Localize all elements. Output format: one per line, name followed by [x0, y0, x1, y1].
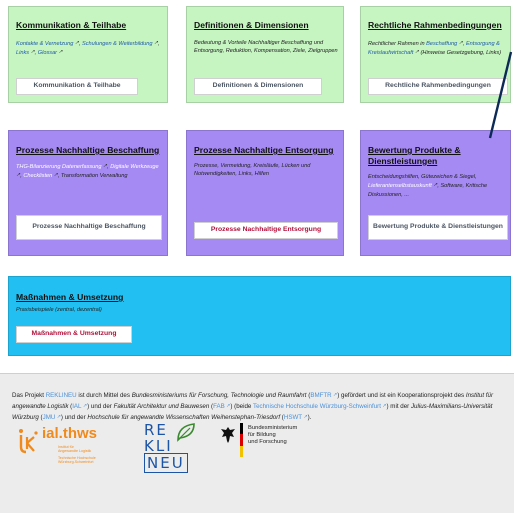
desc-link[interactable]: Digitale Werkzeuge	[110, 164, 158, 170]
footer-text-run: ) und der	[87, 403, 114, 411]
footer-link[interactable]: BMFTR	[310, 392, 331, 399]
german-flag-bar	[240, 423, 243, 457]
footer-text-run: ).	[307, 414, 312, 422]
bmbf-line1: Bundesministerium	[248, 425, 298, 431]
footer: Das Projekt REKLINEU ist durch Mittel de…	[0, 373, 514, 513]
card-prozesse-entsorgung: Prozesse Nachhaltige Entsorgung Prozesse…	[186, 130, 344, 256]
footer-text-run: ist durch Mittel des	[76, 392, 132, 399]
external-link-icon: ↗	[57, 49, 63, 56]
arrow-annotation	[488, 51, 513, 139]
prozesse-beschaffung-button[interactable]: Prozesse Nachhaltige Beschaffung	[16, 215, 162, 240]
desc-text: Bedeutung & Vorteile Nachhaltiger Bescha…	[194, 40, 338, 55]
footer-link[interactable]: HSWT	[284, 414, 302, 421]
desc-link[interactable]: Beschaffung	[426, 41, 457, 47]
desc-text: ,	[158, 41, 160, 47]
ial-thws-logo[interactable]: ial.thws Institut für Angewandte Logisti…	[18, 423, 138, 467]
card-title[interactable]: Definitionen & Dimensionen	[194, 20, 340, 31]
ial-logo-line2: Angewandte Logistik	[58, 449, 92, 453]
footer-link[interactable]: FAB	[213, 403, 225, 410]
card-title[interactable]: Rechtliche Rahmenbedingungen	[368, 20, 508, 31]
desc-text: Entscheidungshilfen, Gütezeichen & Siege…	[368, 174, 477, 180]
footer-link[interactable]: REKLINEU	[46, 392, 77, 399]
bewertung-button[interactable]: Bewertung Produkte & Dienstleistungen	[368, 215, 508, 240]
card-title[interactable]: Prozesse Nachhaltige Beschaffung	[16, 145, 162, 156]
card-desc: Entscheidungshilfen, Gütezeichen & Siege…	[368, 173, 508, 199]
card-title[interactable]: Kommunikation & Teilhabe	[16, 20, 162, 31]
prozesse-entsorgung-button[interactable]: Prozesse Nachhaltige Entsorgung	[194, 222, 338, 239]
ial-logo-icon	[19, 429, 38, 454]
footer-italic-text: Bundesministeriums für Forschung, Techno…	[131, 392, 307, 399]
bmbf-line2: für Bildung	[248, 432, 276, 438]
desc-link[interactable]: Lieferantenselbstauskunft	[368, 183, 432, 189]
card-prozesse-beschaffung: Prozesse Nachhaltige Beschaffung THG-Bil…	[8, 130, 168, 256]
massnahmen-button[interactable]: Maßnahmen & Umsetzung	[16, 326, 132, 343]
desc-text: Prozesse, Vermeidung, Kreisläufe, Lücken…	[194, 163, 311, 178]
desc-text: Praxisbeispiele (zentral, dezentral)	[16, 307, 102, 313]
footer-text-run: Das Projekt	[12, 392, 46, 399]
desc-link[interactable]: Links	[16, 50, 29, 56]
desc-link[interactable]: Kontakte & Vernetzung	[16, 41, 73, 47]
reklineu-logo[interactable]: RE KLI NEU	[142, 420, 206, 473]
bmbf-line3: und Forschung	[248, 439, 287, 445]
card-desc: Praxisbeispiele (zentral, dezentral)	[16, 306, 496, 314]
card-title[interactable]: Maßnahmen & Umsetzung	[16, 292, 496, 303]
card-definitionen: Definitionen & Dimensionen Bedeutung & V…	[186, 6, 344, 103]
federal-eagle-icon	[221, 427, 235, 443]
footer-link[interactable]: Technische Hochschule Würzburg-Schweinfu…	[253, 403, 381, 410]
card-desc: Bedeutung & Vorteile Nachhaltiger Bescha…	[194, 39, 340, 56]
footer-link[interactable]: IAL	[72, 403, 81, 410]
reklineu-leaf-icon	[177, 423, 195, 442]
footer-italic-text: Fakultät Architektur und Bauwesen	[113, 403, 210, 411]
footer-link[interactable]: JMU	[43, 414, 56, 421]
desc-link[interactable]: Glossar	[38, 50, 57, 56]
kommunikation-button[interactable]: Kommunikation & Teilhabe	[16, 78, 138, 95]
card-desc: Kontakte & Vernetzung ↗, Schulungen & We…	[16, 39, 162, 58]
footer-text: Das Projekt REKLINEU ist durch Mittel de…	[12, 390, 506, 424]
ial-logo-line4: Würzburg-Schweinfurt	[58, 460, 94, 464]
card-desc: Prozesse, Vermeidung, Kreisläufe, Lücken…	[194, 162, 340, 179]
footer-text-run: ) gefördert und ist ein Kooperationsproj…	[337, 392, 466, 399]
footer-text-run: ) mit der	[386, 403, 411, 411]
card-massnahmen: Maßnahmen & Umsetzung Praxisbeispiele (z…	[8, 276, 511, 356]
definitionen-button[interactable]: Definitionen & Dimensionen	[194, 78, 322, 95]
reklineu-neu: NEU	[144, 453, 188, 473]
footer-text-run: ) und der	[60, 414, 88, 422]
desc-link[interactable]: Checklisten	[23, 173, 52, 179]
bmbf-logo[interactable]: Bundesministerium für Bildung und Forsch…	[218, 423, 328, 463]
ial-logo-name: ial.thws	[42, 425, 98, 442]
desc-text: , Transformation Verwaltung	[57, 173, 128, 180]
desc-link[interactable]: Schulungen & Weiterbildung	[82, 41, 153, 47]
desc-link[interactable]: THG-Bilanzierung Datenerfassung	[16, 164, 102, 170]
card-kommunikation: Kommunikation & Teilhabe Kontakte & Vern…	[8, 6, 168, 103]
footer-text-run: ) (beide	[230, 403, 253, 411]
card-desc: THG-Bilanzierung Datenerfassung ↗, Digit…	[16, 162, 162, 181]
desc-text: Rechtlicher Rahmen in	[368, 41, 427, 47]
card-title[interactable]: Prozesse Nachhaltige Entsorgung	[194, 145, 340, 156]
